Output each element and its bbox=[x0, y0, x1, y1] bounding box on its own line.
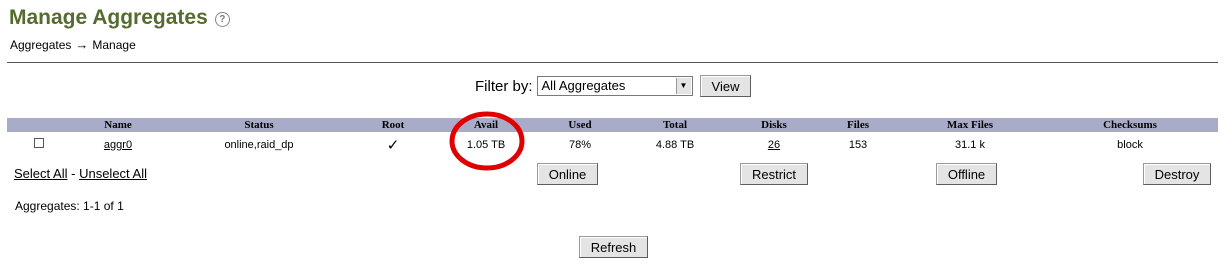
refresh-button[interactable]: Refresh bbox=[579, 236, 648, 258]
column-header-root[interactable]: Root bbox=[382, 118, 405, 132]
table-header: Name Status Root Avail Used Total Disks … bbox=[7, 118, 1218, 132]
help-icon[interactable]: ? bbox=[214, 12, 230, 27]
unselect-all-link[interactable]: Unselect All bbox=[79, 166, 147, 181]
breadcrumb: Aggregates → Manage bbox=[10, 37, 136, 52]
cell-status: online,raid_dp bbox=[224, 139, 294, 151]
offline-button[interactable]: Offline bbox=[936, 163, 997, 185]
chevron-down-icon[interactable]: ▼ bbox=[675, 78, 691, 94]
selection-controls: Select All - Unselect All bbox=[14, 166, 147, 181]
annotation-circle bbox=[449, 111, 525, 171]
destroy-button[interactable]: Destroy bbox=[1143, 163, 1211, 185]
page-title-text: Manage Aggregates bbox=[9, 6, 208, 29]
view-button[interactable]: View bbox=[700, 75, 751, 97]
breadcrumb-parent: Aggregates bbox=[10, 37, 72, 52]
cell-files: 153 bbox=[848, 139, 868, 151]
column-header-total[interactable]: Total bbox=[663, 118, 687, 132]
online-button[interactable]: Online bbox=[537, 163, 598, 185]
column-header-checksums[interactable]: Checksums bbox=[1103, 118, 1157, 132]
filter-select[interactable]: All Aggregates ▼ bbox=[536, 76, 693, 96]
check-icon: ✓ bbox=[386, 137, 400, 154]
column-header-max-files[interactable]: Max Files bbox=[947, 118, 993, 132]
restrict-button[interactable]: Restrict bbox=[740, 163, 808, 185]
select-all-link[interactable]: Select All bbox=[14, 166, 67, 181]
column-header-name[interactable]: Name bbox=[104, 118, 132, 132]
cell-used: 78% bbox=[568, 139, 592, 151]
pagination-summary: Aggregates: 1-1 of 1 bbox=[15, 199, 124, 213]
page-title: Manage Aggregates ? bbox=[9, 6, 230, 30]
filter-bar: Filter by: All Aggregates ▼ bbox=[475, 76, 693, 96]
divider bbox=[7, 62, 1218, 63]
aggregate-name-link[interactable]: aggr0 bbox=[104, 139, 132, 151]
filter-label: Filter by: bbox=[475, 77, 533, 95]
selection-separator: - bbox=[71, 166, 76, 181]
arrow-right-icon: → bbox=[75, 37, 89, 52]
cell-max-files: 31.1 k bbox=[955, 139, 985, 151]
row-checkbox[interactable] bbox=[34, 138, 44, 148]
column-header-disks[interactable]: Disks bbox=[761, 118, 787, 132]
breadcrumb-current: Manage bbox=[92, 37, 136, 52]
filter-select-value: All Aggregates bbox=[541, 78, 626, 93]
column-header-status[interactable]: Status bbox=[244, 118, 273, 132]
column-header-files[interactable]: Files bbox=[847, 118, 869, 132]
column-header-used[interactable]: Used bbox=[568, 118, 591, 132]
cell-total: 4.88 TB bbox=[655, 139, 695, 151]
cell-checksums: block bbox=[1117, 139, 1143, 151]
disks-link[interactable]: 26 bbox=[768, 139, 780, 151]
